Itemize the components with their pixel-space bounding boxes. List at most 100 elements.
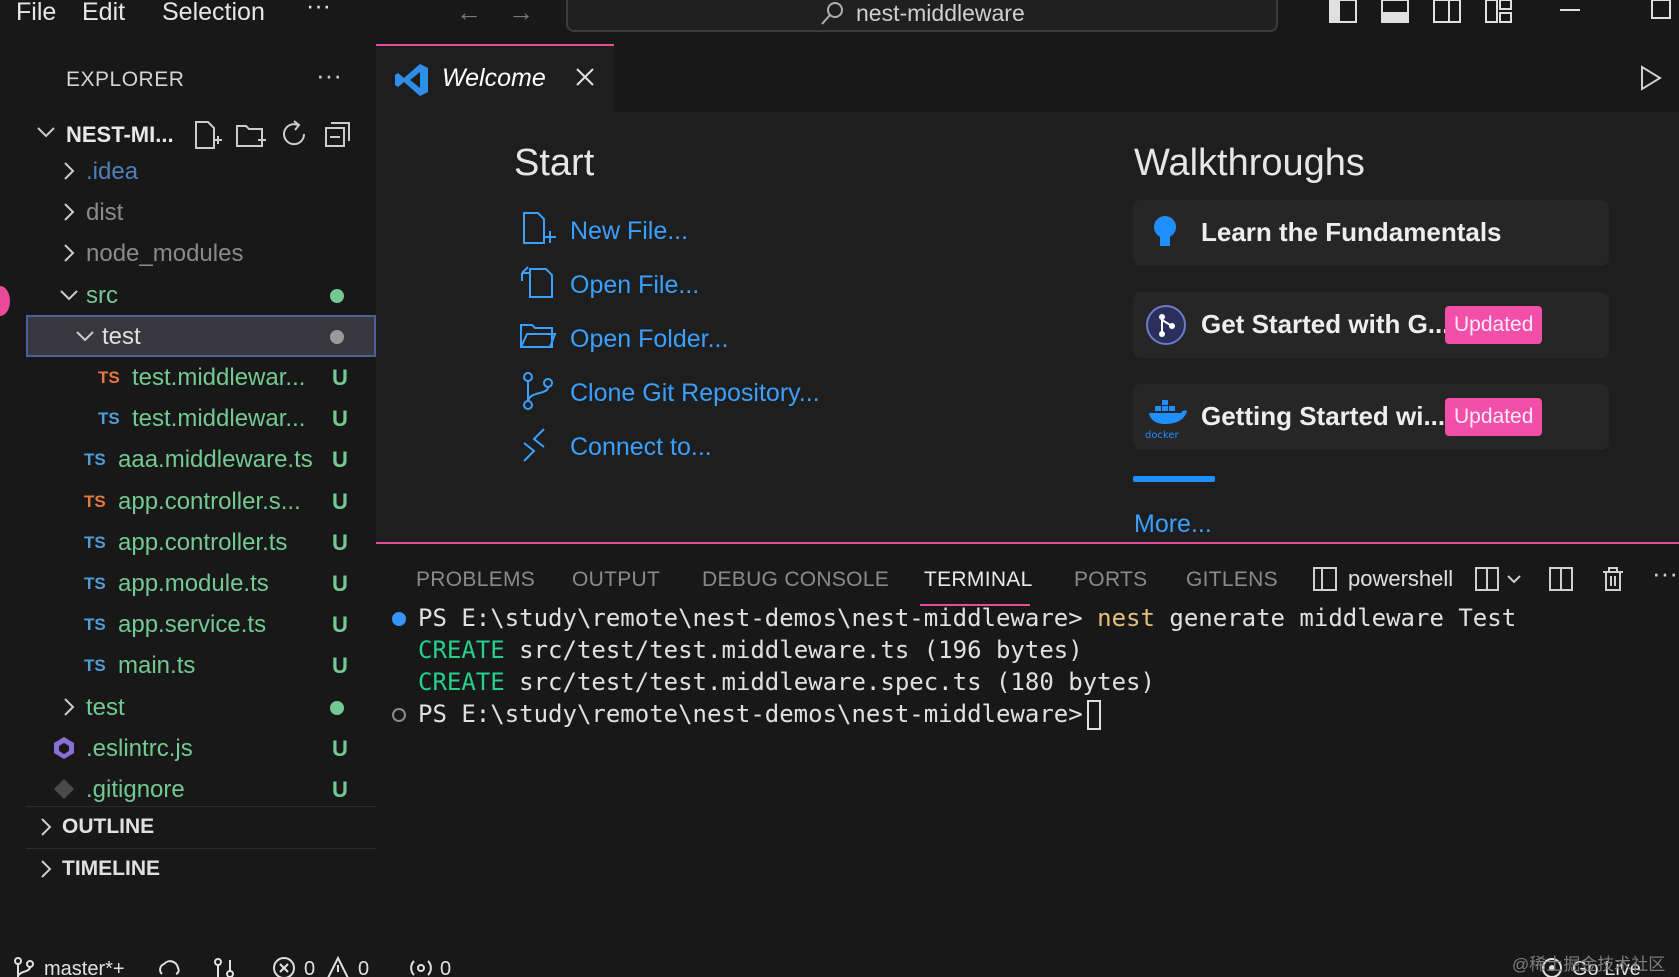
tree-item[interactable]: dist [26,191,376,233]
open-file-link[interactable]: Open File... [518,263,938,309]
tab-problems[interactable]: PROBLEMS [416,568,535,592]
clone-git-repository-label: Clone Git Repository... [570,379,820,407]
tree-item-label: test [86,693,125,721]
menu-edit[interactable]: Edit [82,0,125,30]
tree-item[interactable]: TS test.middlewar... U [26,356,376,398]
untracked-status-badge: U [332,612,348,638]
error-count[interactable]: 0 [304,958,315,977]
tree-item[interactable]: TS app.controller.s... U [26,480,376,522]
walkthrough-getting-started-docker[interactable]: docker Getting Started wi... Updated [1133,384,1609,450]
tree-item-label: app.service.ts [118,611,267,639]
tab-welcome[interactable]: Welcome [376,44,614,112]
terminal-line-prompt[interactable]: PS E:\study\remote\nest-demos\nest-middl… [418,700,1101,730]
untracked-status-badge: U [332,653,348,679]
tree-item-label: app.controller.ts [118,528,288,556]
maximize-icon[interactable] [1650,0,1674,24]
clone-git-repository-link[interactable]: Clone Git Repository... [518,371,938,417]
walkthrough-learn-fundamentals[interactable]: Learn the Fundamentals [1133,200,1609,266]
minimize-icon[interactable] [1558,0,1582,24]
eslint-icon [54,736,74,759]
command-center-search[interactable]: nest-middleware [566,0,1278,32]
typescript-file-icon: TS [84,491,106,511]
walkthrough-get-started-github[interactable]: Get Started with G... Updated [1133,292,1609,358]
error-icon [273,957,295,977]
tree-item[interactable]: test [26,314,376,357]
recent-heading-partial: ▁ ▁ ▁ ▁ [514,524,663,542]
tree-item[interactable]: TS app.module.ts U [26,562,376,604]
tree-item[interactable]: .gitignore U [26,768,376,810]
trash-icon[interactable] [1600,566,1628,594]
docker-icon: docker [1145,400,1187,440]
menu-file[interactable]: File [16,0,56,30]
tree-item[interactable]: TS test.middlewar... U [26,397,376,439]
tree-item[interactable]: TS app.service.ts U [26,603,376,645]
source-control-graph-icon[interactable] [212,956,236,977]
close-icon[interactable] [574,66,596,88]
modified-dot [330,329,344,344]
typescript-file-icon: TS [84,615,106,635]
sync-cloud-icon[interactable] [156,956,182,977]
untracked-status-badge: U [332,406,348,432]
outline-section[interactable]: OUTLINE [26,806,376,847]
tree-item[interactable]: .idea [26,150,376,192]
forward-arrow-icon[interactable]: → [508,0,534,25]
tree-item[interactable]: node_modules [26,232,376,274]
walkthrough-label: Get Started with G... [1201,309,1450,339]
timeline-label: TIMELINE [62,857,160,880]
new-terminal-dropdown-icon[interactable] [1474,566,1530,594]
git-branch[interactable]: master*+ [44,958,125,977]
open-folder-icon [520,324,557,348]
command-success-dot [392,612,406,626]
chevron-right-icon [64,162,75,180]
split-terminal-icon[interactable] [1548,566,1576,594]
new-file-link[interactable]: New File... [518,209,938,255]
source-control-icon [523,372,553,410]
activity-badge [0,286,10,316]
connect-to-link[interactable]: Connect to... [518,425,938,471]
editor-tab-bar: Welcome [376,44,1679,112]
typescript-file-icon: TS [98,409,120,429]
menu-more[interactable]: ··· [306,0,331,24]
untracked-status-badge: U [332,571,348,596]
back-arrow-icon[interactable]: ← [456,0,482,25]
tree-item[interactable]: .eslintrc.js U [26,727,376,769]
untracked-status-badge: U [332,529,348,555]
ports-count[interactable]: 0 [440,958,451,977]
terminal-shell-name[interactable]: powershell [1348,566,1453,592]
timeline-section[interactable]: TIMELINE [26,848,376,889]
new-file-icon[interactable] [190,118,224,150]
explorer-more-button[interactable]: ··· [316,60,342,91]
customize-layout-icon[interactable] [1484,0,1514,24]
toggle-panel-icon[interactable] [1380,0,1410,24]
tree-item[interactable]: test [26,686,376,728]
toggle-primary-sidebar-icon[interactable] [1328,0,1358,24]
tab-gitlens[interactable]: GITLENS [1186,568,1278,592]
tab-terminal[interactable]: TERMINAL [924,568,1033,592]
refresh-icon[interactable] [278,118,312,150]
open-file-label: Open File... [570,271,700,299]
tree-item[interactable]: src [26,274,376,316]
tree-item[interactable]: TS aaa.middleware.ts U [26,438,376,480]
tree-item-label: main.ts [118,652,196,680]
walkthroughs-more-link[interactable]: More... [1134,510,1212,539]
prompt: PS E:\study\remote\nest-demos\nest-middl… [418,604,1083,632]
tab-ports[interactable]: PORTS [1074,568,1147,592]
tab-debug-console[interactable]: DEBUG CONSOLE [702,568,889,592]
panel-more-icon[interactable]: ··· [1652,558,1678,589]
chevron-down-icon [76,331,94,342]
collapse-all-icon[interactable] [322,118,356,150]
tree-item-label: test.middlewar... [132,405,306,433]
tab-output[interactable]: OUTPUT [572,568,660,592]
workspace-root[interactable]: NEST-MI... [26,114,376,154]
run-icon[interactable] [1638,64,1664,92]
watermark: @稀土掘金技术社区 [1512,955,1666,974]
terminal-split-view-icon[interactable] [1312,566,1340,594]
open-folder-link[interactable]: Open Folder... [518,317,938,363]
tree-item[interactable]: TS main.ts U [26,644,376,686]
new-folder-icon[interactable] [234,118,268,150]
menu-selection[interactable]: Selection [162,0,265,30]
typescript-file-icon: TS [84,574,106,593]
warning-count[interactable]: 0 [358,958,369,977]
tree-item[interactable]: TS app.controller.ts U [26,521,376,563]
toggle-secondary-sidebar-icon[interactable] [1432,0,1462,24]
